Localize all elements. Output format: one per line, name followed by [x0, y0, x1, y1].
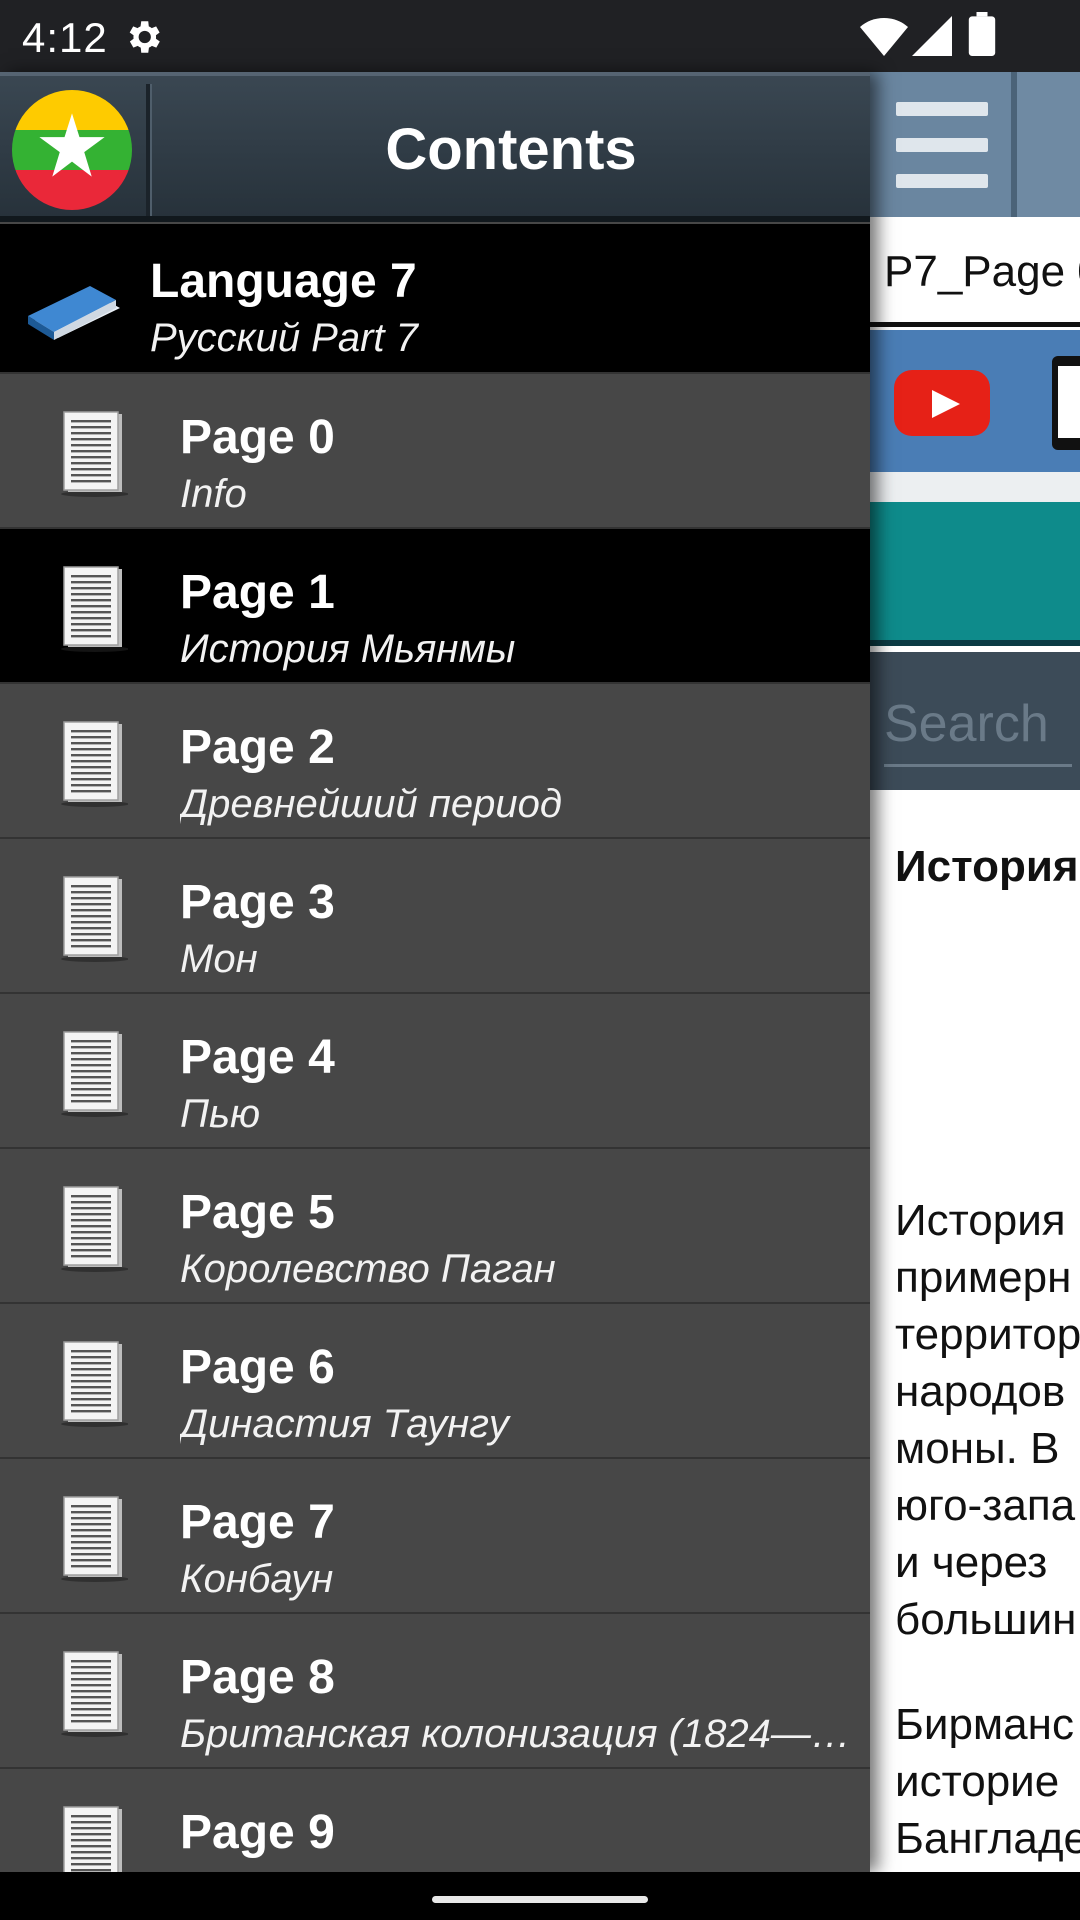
drawer-item-subtitle: Конбаун	[180, 1557, 334, 1601]
page-label: P7_Page 0	[884, 247, 1080, 296]
language-title: Language 7	[150, 255, 417, 308]
drawer-item-title: Page 3	[180, 876, 335, 929]
drawer-item[interactable]: Page 6 Династия Таунгу	[0, 1304, 870, 1459]
language-subtitle: Русский Part 7	[150, 316, 418, 360]
drawer-header: Contents	[0, 72, 870, 222]
document-icon	[58, 1805, 128, 1872]
drawer-item-title: Page 2	[180, 721, 335, 774]
status-bar: 4:12	[0, 0, 1080, 72]
article-line: примерн	[895, 1253, 1072, 1302]
search-bar[interactable]: Search	[870, 652, 1080, 790]
drawer-item[interactable]: Page 0 Info	[0, 374, 870, 529]
article-paragraph-2: Бирманс историе Бангладе	[895, 1696, 1080, 1867]
drawer-title: Contents	[385, 117, 637, 182]
status-time: 4:12	[22, 14, 108, 61]
document-icon	[58, 1650, 129, 1738]
tablet-icon[interactable]	[1052, 356, 1080, 450]
home-gesture-handle[interactable]	[432, 1896, 648, 1903]
hamburger-menu-icon[interactable]	[870, 72, 1017, 217]
document-icon	[58, 410, 129, 498]
drawer-item-subtitle: Династия Таунгу	[180, 1402, 509, 1446]
article-line: историе	[895, 1757, 1060, 1806]
search-underline	[884, 764, 1072, 767]
article-line: моны. В	[895, 1424, 1060, 1473]
page-label-strip: P7_Page 0	[870, 217, 1080, 327]
drawer-item[interactable]: Page 3 Мон	[0, 839, 870, 994]
drawer-item[interactable]: Page 4 Пью	[0, 994, 870, 1149]
drawer-item-title: Page 8	[180, 1651, 335, 1704]
search-input[interactable]: Search	[884, 694, 1049, 754]
system-nav-bar	[0, 1872, 1080, 1920]
drawer-item-subtitle: Древнейший период	[180, 782, 562, 826]
drawer-item[interactable]: Page 1 История Мьянмы	[0, 529, 870, 684]
signal-icon	[912, 16, 952, 56]
teal-banner	[870, 502, 1080, 646]
drawer-item-title: Page 6	[180, 1341, 335, 1394]
article-line: юго-запа	[895, 1481, 1076, 1530]
drawer-item-title: Page 0	[180, 411, 335, 464]
drawer-item[interactable]: Page 7 Конбаун	[0, 1459, 870, 1614]
article-line: История	[895, 1196, 1066, 1245]
drawer-item[interactable]: Page 8 Британская колонизация (1824—1…	[0, 1614, 870, 1769]
drawer-item-subtitle: Info	[180, 472, 247, 516]
drawer-item-subtitle: Пью	[180, 1092, 261, 1136]
book-icon	[28, 286, 120, 340]
document-icon	[58, 720, 129, 808]
article-paragraph-1: История примерн территор народов моны. В юго-…	[895, 1192, 1080, 1648]
document-icon	[58, 1030, 129, 1118]
navigation-drawer: Contents Language 7 Русский Part 7 Page …	[0, 72, 870, 1872]
drawer-item-subtitle: Мон	[180, 937, 258, 981]
article-line: большин	[895, 1595, 1077, 1644]
document-icon	[58, 875, 129, 963]
drawer-item-title: Page 1	[180, 566, 335, 619]
link-bar	[870, 330, 1080, 472]
drawer-item[interactable]: Page 2 Древнейший период	[0, 684, 870, 839]
article-heading: История	[895, 842, 1079, 891]
battery-icon	[968, 12, 996, 56]
article-line: и через	[895, 1538, 1048, 1587]
drawer-item[interactable]: Page 5 Королевство Паган	[0, 1149, 870, 1304]
article-line: территор	[895, 1310, 1080, 1359]
drawer-item-subtitle: Британская колонизация (1824—1…	[180, 1712, 870, 1756]
document-icon	[58, 1495, 129, 1583]
drawer-item-subtitle: Королевство Паган	[180, 1247, 556, 1291]
myanmar-flag-icon[interactable]	[12, 90, 132, 210]
spacer	[870, 472, 1080, 502]
gear-icon	[129, 21, 160, 53]
drawer-item[interactable]: Page 9	[0, 1769, 870, 1872]
language-header[interactable]: Language 7 Русский Part 7	[0, 224, 870, 374]
wifi-icon	[860, 18, 908, 56]
document-icon	[58, 565, 129, 653]
document-icon	[58, 1340, 129, 1428]
document-icon	[58, 1185, 129, 1273]
drawer-item-title: Page 4	[180, 1031, 335, 1084]
drawer-item-subtitle: История Мьянмы	[180, 627, 516, 671]
drawer-item-title: Page 5	[180, 1186, 335, 1239]
article-line: народов	[895, 1367, 1066, 1416]
youtube-icon[interactable]	[894, 370, 990, 436]
drawer-item-title: Page 7	[180, 1496, 335, 1549]
article-line: Бирманс	[895, 1700, 1074, 1749]
drawer-item-title: Page 9	[180, 1806, 335, 1859]
article-line: Бангладе	[895, 1814, 1080, 1863]
